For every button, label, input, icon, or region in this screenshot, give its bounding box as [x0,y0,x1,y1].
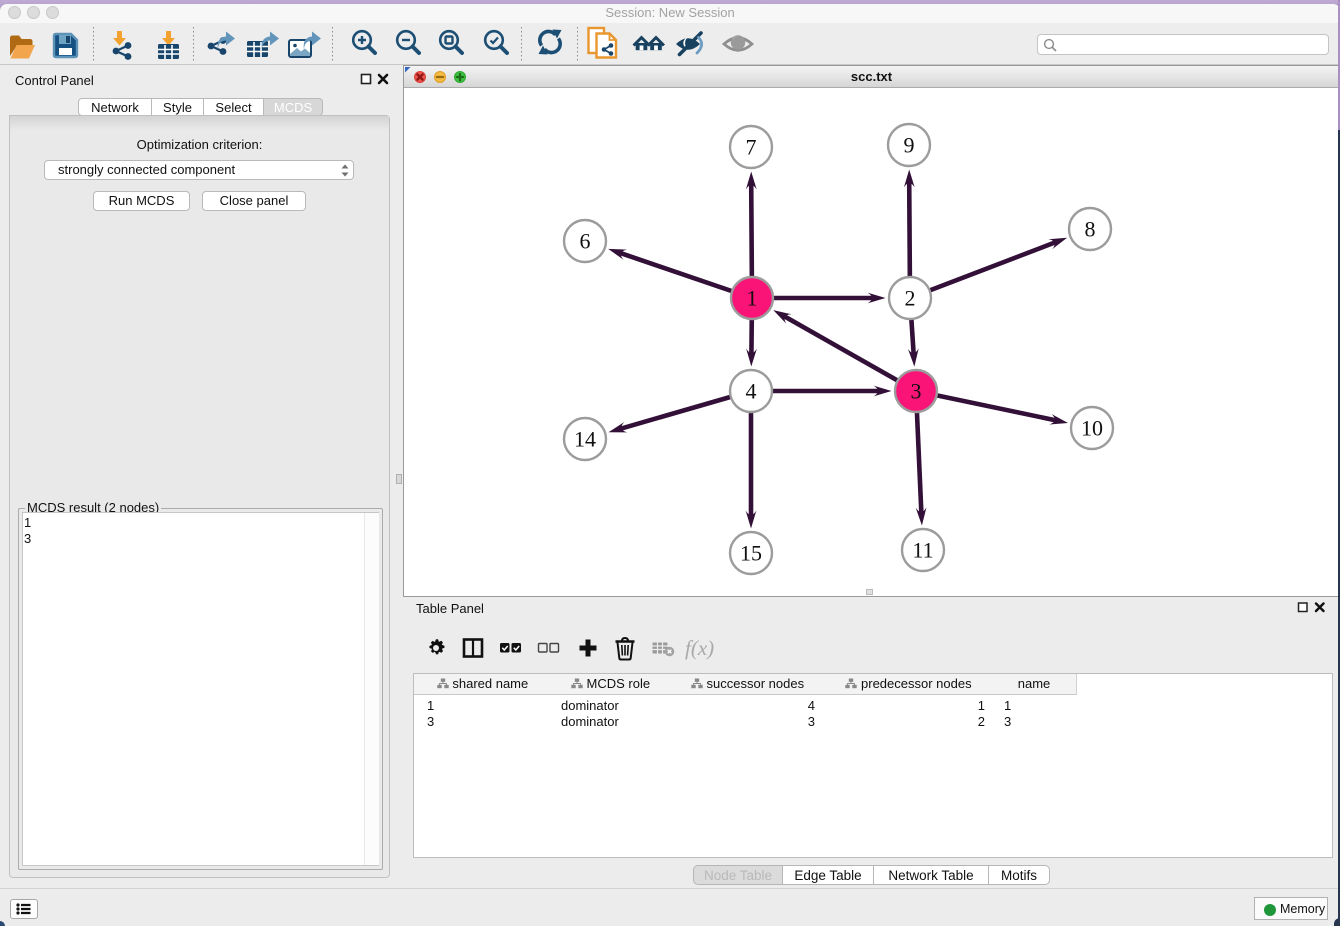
svg-text:4: 4 [746,379,757,404]
svg-text:f(x): f(x) [685,636,714,660]
svg-text:1: 1 [747,286,758,311]
svg-text:9: 9 [904,133,915,158]
svg-text:15: 15 [740,541,762,566]
svg-text:6: 6 [580,229,591,254]
svg-text:3: 3 [911,379,922,404]
svg-text:8: 8 [1085,217,1096,242]
svg-text:7: 7 [746,135,757,160]
svg-text:10: 10 [1081,416,1103,441]
svg-text:2: 2 [905,286,916,311]
svg-text:11: 11 [912,538,933,563]
svg-text:14: 14 [574,427,596,452]
